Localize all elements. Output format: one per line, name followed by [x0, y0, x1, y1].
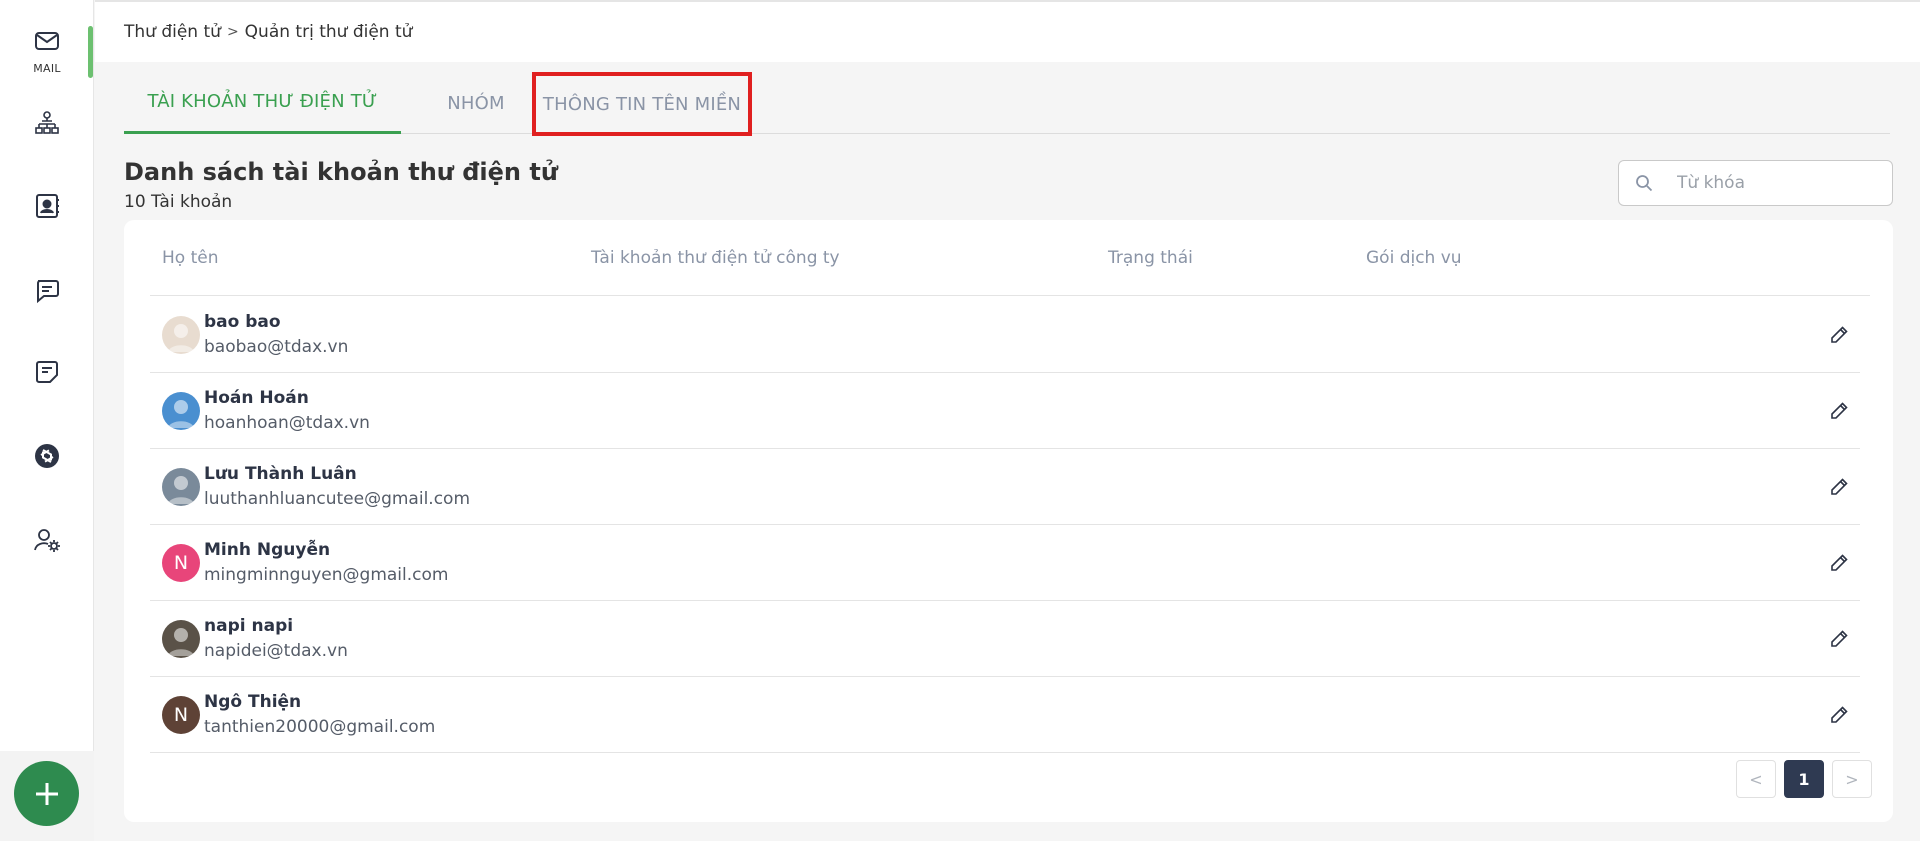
edit-button[interactable] — [1826, 626, 1852, 652]
account-email: tanthien20000@gmail.com — [204, 717, 436, 737]
add-button[interactable] — [14, 761, 79, 826]
mail-icon — [35, 31, 59, 50]
edit-button[interactable] — [1826, 474, 1852, 500]
pencil-icon — [1831, 478, 1848, 495]
tab-bar: TÀI KHOẢN THƯ ĐIỆN TỬ NHÓM THÔNG TIN TÊN… — [124, 72, 1890, 136]
sidebar-item-mail[interactable]: MAIL — [0, 22, 94, 78]
table-row[interactable]: napi napi napidei@tdax.vn — [150, 601, 1860, 677]
user-settings-icon — [34, 529, 60, 552]
avatar — [162, 620, 200, 658]
breadcrumb: Thư điện tử > Quản trị thư điện tử — [124, 22, 412, 42]
table-row[interactable]: N Minh Nguyễn mingminnguyen@gmail.com — [150, 525, 1860, 601]
table-row[interactable]: Lưu Thành Luân luuthanhluancutee@gmail.co… — [150, 449, 1860, 525]
table-row[interactable]: Hoán Hoán hoanhoan@tdax.vn — [150, 373, 1860, 449]
sidebar-item-ai[interactable] — [0, 436, 94, 476]
account-name: napi napi — [204, 616, 294, 636]
account-email: mingminnguyen@gmail.com — [204, 565, 449, 585]
column-header-name: Họ tên — [162, 248, 219, 268]
avatar — [162, 316, 200, 354]
pencil-icon — [1831, 706, 1848, 723]
top-bar: Thư điện tử > Quản trị thư điện tử — [95, 0, 1920, 62]
edit-button[interactable] — [1826, 398, 1852, 424]
edit-button[interactable] — [1826, 550, 1852, 576]
pagination: < 1 > — [1736, 760, 1872, 798]
table-header: Họ tên Tài khoản thư điện tử công ty Trạ… — [150, 248, 1870, 296]
account-email: napidei@tdax.vn — [204, 641, 348, 661]
avatar — [162, 392, 200, 430]
account-name: bao bao — [204, 312, 281, 332]
contacts-icon — [36, 194, 59, 218]
sidebar-item-user-settings[interactable] — [0, 520, 94, 560]
sidebar-item-notes[interactable] — [0, 352, 94, 392]
account-email: luuthanhluancutee@gmail.com — [204, 489, 470, 509]
breadcrumb-parent[interactable]: Thư điện tử — [124, 22, 221, 42]
account-email: baobao@tdax.vn — [204, 337, 349, 357]
tab-groups[interactable]: NHÓM — [416, 72, 536, 134]
sidebar: MAIL — [0, 0, 94, 841]
breadcrumb-separator: > — [226, 24, 239, 40]
pagination-prev-button[interactable]: < — [1736, 760, 1776, 798]
org-chart-icon — [35, 111, 59, 134]
column-header-plan: Gói dịch vụ — [1366, 248, 1462, 268]
sidebar-item-chat[interactable] — [0, 270, 94, 310]
column-header-status: Trạng thái — [1108, 248, 1193, 268]
accounts-table-card: Họ tên Tài khoản thư điện tử công ty Trạ… — [124, 220, 1893, 822]
avatar — [162, 468, 200, 506]
pencil-icon — [1831, 402, 1848, 419]
pagination-page-current[interactable]: 1 — [1784, 760, 1824, 798]
account-count: 10 Tài khoản — [124, 192, 233, 212]
pagination-next-button[interactable]: > — [1832, 760, 1872, 798]
column-header-email: Tài khoản thư điện tử công ty — [591, 248, 840, 268]
chat-icon — [37, 280, 59, 304]
search-input[interactable] — [1677, 173, 1877, 193]
table-row[interactable]: bao bao baobao@tdax.vn — [150, 297, 1860, 373]
account-name: Ngô Thiện — [204, 692, 302, 712]
plus-icon — [35, 782, 58, 805]
pencil-icon — [1831, 326, 1848, 343]
page-title: Danh sách tài khoản thư điện tử — [124, 158, 558, 186]
account-name: Lưu Thành Luân — [204, 464, 357, 484]
sidebar-item-label: MAIL — [33, 61, 61, 75]
table-row[interactable]: N Ngô Thiện tanthien20000@gmail.com — [150, 677, 1860, 753]
edit-button[interactable] — [1826, 702, 1852, 728]
avatar: N — [162, 544, 200, 582]
avatar: N — [162, 696, 200, 734]
account-email: hoanhoan@tdax.vn — [204, 413, 370, 433]
search-box[interactable] — [1618, 160, 1893, 206]
tab-domain-info[interactable]: THÔNG TIN TÊN MIỀN — [532, 72, 752, 136]
pencil-icon — [1831, 554, 1848, 571]
account-name: Hoán Hoán — [204, 388, 309, 408]
search-icon — [1636, 175, 1653, 192]
account-name: Minh Nguyễn — [204, 540, 331, 560]
sidebar-item-org[interactable] — [0, 104, 94, 144]
edit-button[interactable] — [1826, 322, 1852, 348]
notes-icon — [36, 361, 58, 383]
openai-icon — [35, 444, 59, 468]
pencil-icon — [1831, 630, 1848, 647]
breadcrumb-current: Quản trị thư điện tử — [244, 22, 413, 42]
tab-email-accounts[interactable]: TÀI KHOẢN THƯ ĐIỆN TỬ — [124, 72, 401, 134]
sidebar-item-contacts[interactable] — [0, 186, 94, 226]
